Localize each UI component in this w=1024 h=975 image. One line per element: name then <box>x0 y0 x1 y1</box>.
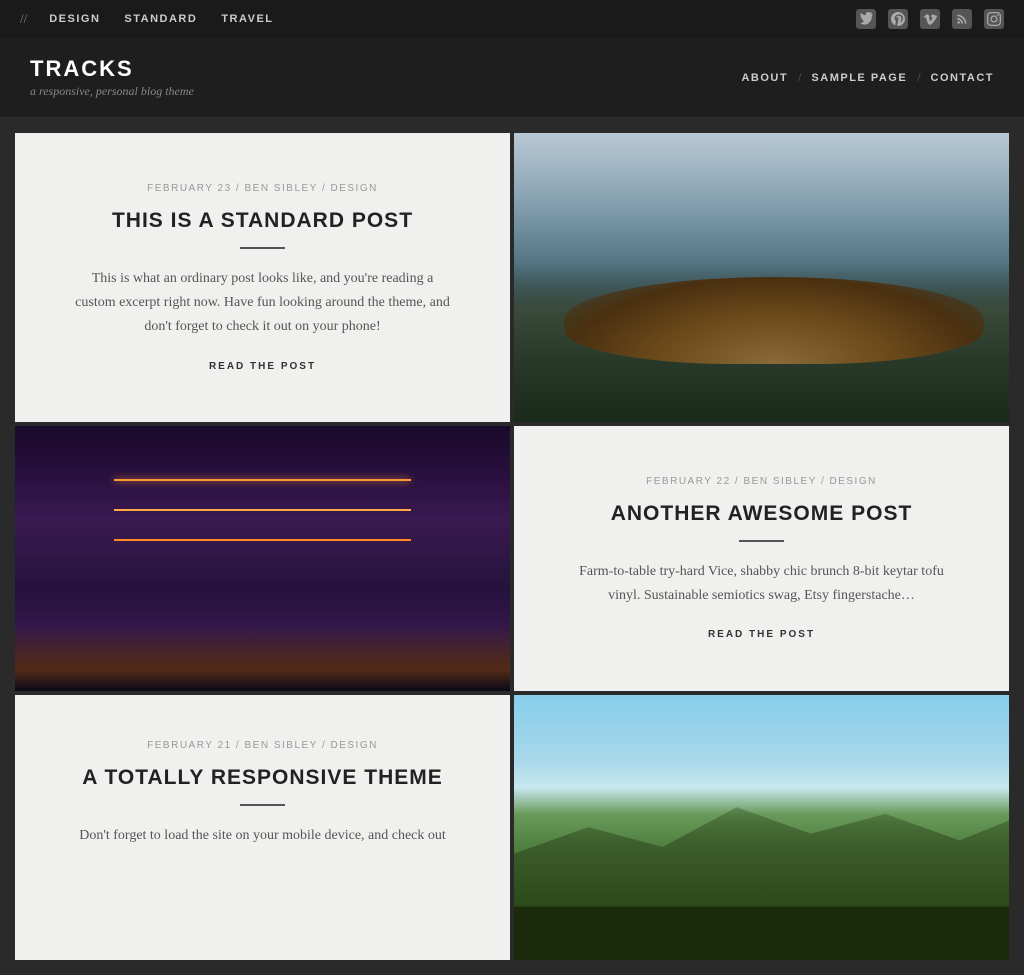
instagram-icon[interactable] <box>984 9 1004 29</box>
nav-separator-2: / <box>917 70 920 85</box>
post-2-title: ANOTHER AWESOME POST <box>611 501 913 526</box>
post-1-excerpt: This is what an ordinary post looks like… <box>70 267 455 338</box>
header-nav-contact[interactable]: CONTACT <box>931 72 994 84</box>
landscape-image <box>514 695 1009 960</box>
nav-item-standard[interactable]: STANDARD <box>114 13 207 25</box>
post-grid: FEBRUARY 23 / BEN SIBLEY / DESIGN THIS I… <box>15 133 1009 960</box>
nav-item-travel[interactable]: TRAVEL <box>211 13 283 25</box>
post-1-divider <box>240 247 285 249</box>
vimeo-icon[interactable] <box>920 9 940 29</box>
site-branding: TRACKS a responsive, personal blog theme <box>30 56 194 99</box>
header-nav-sample[interactable]: SAMPLE PAGE <box>811 72 907 84</box>
site-subtitle: a responsive, personal blog theme <box>30 84 194 99</box>
header-navigation: ABOUT / SAMPLE PAGE / CONTACT <box>741 70 994 85</box>
post-row-1: FEBRUARY 23 / BEN SIBLEY / DESIGN THIS I… <box>15 133 1009 422</box>
rss-icon[interactable] <box>952 9 972 29</box>
top-navigation: // DESIGN STANDARD TRAVEL <box>0 0 1024 38</box>
post-2-excerpt: Farm-to-table try-hard Vice, shabby chic… <box>569 560 954 608</box>
post-3-image <box>514 695 1009 960</box>
nav-slashes: // <box>20 11 27 27</box>
post-1-title: THIS IS A STANDARD POST <box>112 208 413 233</box>
pinterest-icon[interactable] <box>888 9 908 29</box>
post-3-meta: FEBRUARY 21 / BEN SIBLEY / DESIGN <box>147 740 378 751</box>
top-nav-left: // DESIGN STANDARD TRAVEL <box>20 11 284 27</box>
site-title: TRACKS <box>30 56 194 82</box>
main-content: FEBRUARY 23 / BEN SIBLEY / DESIGN THIS I… <box>0 118 1024 975</box>
post-3-excerpt: Don't forget to load the site on your mo… <box>79 824 446 848</box>
post-2-meta: FEBRUARY 22 / BEN SIBLEY / DESIGN <box>646 476 877 487</box>
post-2-divider <box>739 540 784 542</box>
twitter-icon[interactable] <box>856 9 876 29</box>
post-3-divider <box>240 804 285 806</box>
post-2-image <box>15 426 510 691</box>
post-row-2: FEBRUARY 22 / BEN SIBLEY / DESIGN ANOTHE… <box>15 426 1009 691</box>
nav-item-design[interactable]: DESIGN <box>39 13 110 25</box>
post-row-3: FEBRUARY 21 / BEN SIBLEY / DESIGN A TOTA… <box>15 695 1009 960</box>
social-icons-group <box>856 9 1004 29</box>
post-1-read-more[interactable]: READ THE POST <box>209 361 316 372</box>
bridge-image <box>15 426 510 691</box>
nav-separator-1: / <box>798 70 801 85</box>
post-card-3-text: FEBRUARY 21 / BEN SIBLEY / DESIGN A TOTA… <box>15 695 510 960</box>
post-card-2-text: FEBRUARY 22 / BEN SIBLEY / DESIGN ANOTHE… <box>514 426 1009 691</box>
post-1-image <box>514 133 1009 422</box>
header-nav-about[interactable]: ABOUT <box>741 72 788 84</box>
forest-image <box>514 133 1009 422</box>
post-1-meta: FEBRUARY 23 / BEN SIBLEY / DESIGN <box>147 183 378 194</box>
post-3-title: A TOTALLY RESPONSIVE THEME <box>82 765 443 790</box>
site-header: TRACKS a responsive, personal blog theme… <box>0 38 1024 118</box>
post-2-read-more[interactable]: READ THE POST <box>708 629 815 640</box>
post-card-1-text: FEBRUARY 23 / BEN SIBLEY / DESIGN THIS I… <box>15 133 510 422</box>
